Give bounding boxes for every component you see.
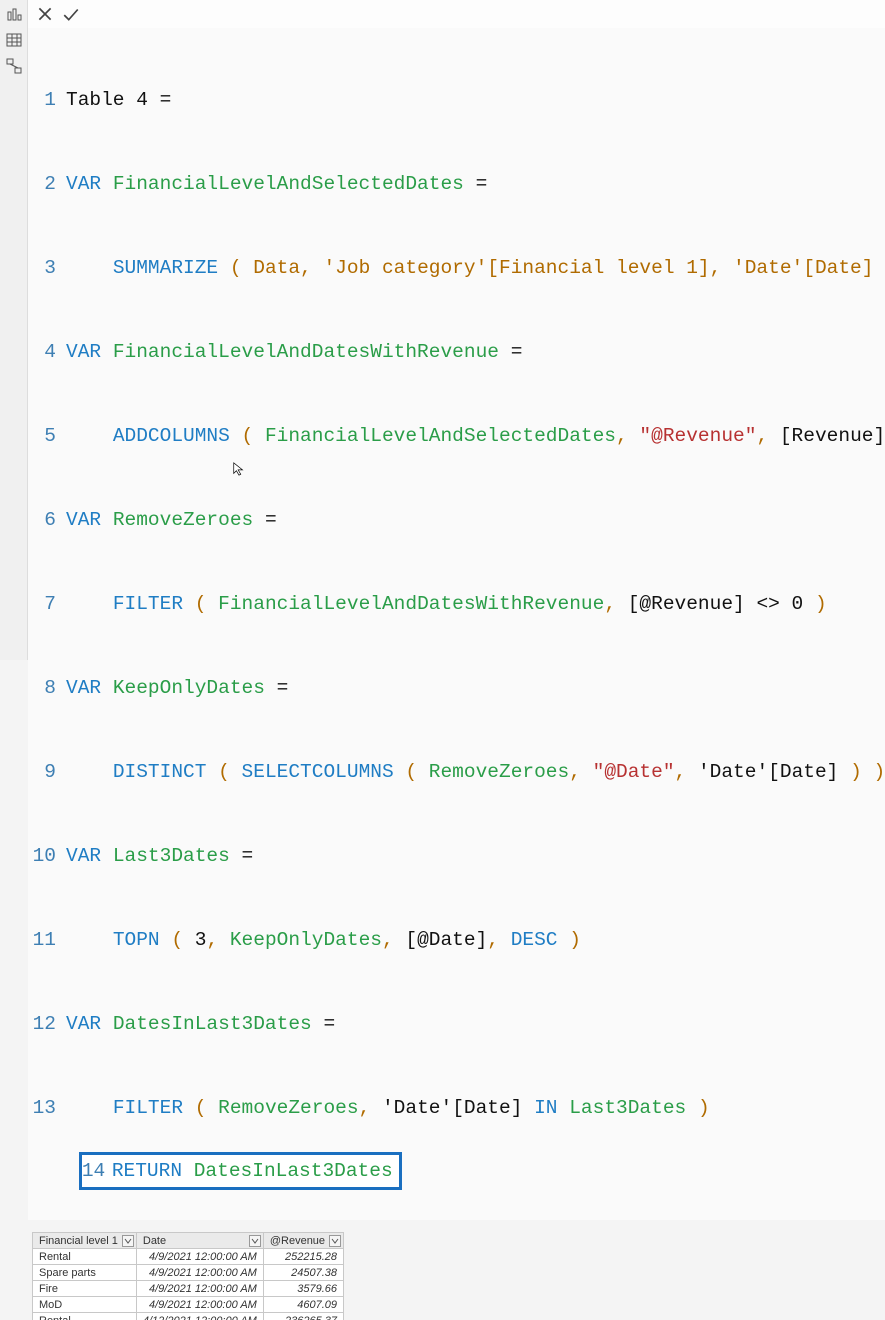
highlighted-return-line: 14RETURN DatesInLast3Dates <box>79 1152 402 1190</box>
commit-icon[interactable] <box>62 5 80 23</box>
cell-date: 4/12/2021 12:00:00 AM <box>136 1313 263 1320</box>
cell-date: 4/9/2021 12:00:00 AM <box>136 1265 263 1281</box>
cancel-icon[interactable] <box>36 5 54 23</box>
col-header-financial-level[interactable]: Financial level 1 <box>33 1233 137 1249</box>
line-number: 6 <box>32 506 66 534</box>
data-view-icon[interactable] <box>6 32 22 48</box>
line-number: 4 <box>32 338 66 366</box>
report-view-icon[interactable] <box>6 6 22 22</box>
cell-financial-level: Spare parts <box>33 1265 137 1281</box>
col-header-revenue[interactable]: @Revenue <box>263 1233 343 1249</box>
dax-editor[interactable]: 1Table 4 = 2VAR FinancialLevelAndSelecte… <box>28 28 885 1220</box>
cell-financial-level: Rental <box>33 1249 137 1265</box>
model-view-icon[interactable] <box>6 58 22 74</box>
line-number: 5 <box>32 422 66 450</box>
cell-date: 4/9/2021 12:00:00 AM <box>136 1249 263 1265</box>
line-number: 13 <box>32 1094 66 1122</box>
view-rail <box>0 0 28 660</box>
cell-revenue: 236265.37 <box>263 1313 343 1320</box>
line-number: 3 <box>32 254 66 282</box>
result-preview: Financial level 1 Date @Revenue Rental4/… <box>28 1232 885 1320</box>
line-number: 10 <box>32 842 66 870</box>
cell-date: 4/9/2021 12:00:00 AM <box>136 1297 263 1313</box>
cell-financial-level: Fire <box>33 1281 137 1297</box>
line-number: 12 <box>32 1010 66 1038</box>
cell-revenue: 3579.66 <box>263 1281 343 1297</box>
table-row[interactable]: Spare parts4/9/2021 12:00:00 AM24507.38 <box>33 1265 344 1281</box>
filter-dropdown-icon[interactable] <box>329 1235 341 1247</box>
line-number: 11 <box>32 926 66 954</box>
cell-revenue: 252215.28 <box>263 1249 343 1265</box>
table-row[interactable]: Rental4/9/2021 12:00:00 AM252215.28 <box>33 1249 344 1265</box>
line-number: 2 <box>32 170 66 198</box>
cell-financial-level: Rental <box>33 1313 137 1320</box>
filter-dropdown-icon[interactable] <box>249 1235 261 1247</box>
line-number: 8 <box>32 674 66 702</box>
cell-date: 4/9/2021 12:00:00 AM <box>136 1281 263 1297</box>
table-header-row: Financial level 1 Date @Revenue <box>33 1233 344 1249</box>
col-header-date[interactable]: Date <box>136 1233 263 1249</box>
formula-bar-toolbar <box>28 0 885 28</box>
line-number: 14 <box>82 1157 112 1185</box>
table-row[interactable]: Fire4/9/2021 12:00:00 AM3579.66 <box>33 1281 344 1297</box>
code-text: Table 4 = <box>66 86 885 114</box>
cell-revenue: 4607.09 <box>263 1297 343 1313</box>
cell-financial-level: MoD <box>33 1297 137 1313</box>
table-row[interactable]: Rental4/12/2021 12:00:00 AM236265.37 <box>33 1313 344 1320</box>
line-number: 7 <box>32 590 66 618</box>
cell-revenue: 24507.38 <box>263 1265 343 1281</box>
table-row[interactable]: MoD4/9/2021 12:00:00 AM4607.09 <box>33 1297 344 1313</box>
filter-dropdown-icon[interactable] <box>122 1235 134 1247</box>
line-number: 9 <box>32 758 66 786</box>
line-number: 1 <box>32 86 66 114</box>
result-table[interactable]: Financial level 1 Date @Revenue Rental4/… <box>32 1232 344 1320</box>
